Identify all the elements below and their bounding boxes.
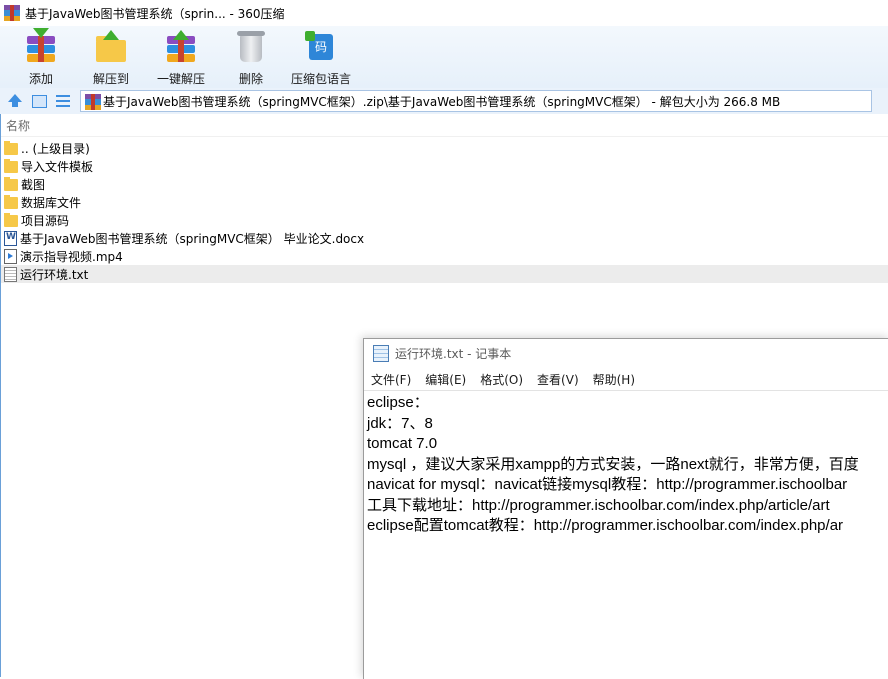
text-line: mysql ，建议大家采用xampp的方式安装，一路next就行，非常方便，百度 bbox=[367, 455, 859, 473]
path-text: 基于JavaWeb图书管理系统（springMVC框架）.zip\基于JavaW… bbox=[103, 94, 781, 109]
extract-to-label: 解压到 bbox=[92, 72, 129, 86]
archive-app-icon bbox=[4, 5, 20, 21]
delete-label: 删除 bbox=[238, 72, 263, 86]
list-item-folder[interactable]: 项目源码 bbox=[0, 211, 888, 229]
list-item-parent-dir[interactable]: .. (上级目录) bbox=[0, 139, 888, 157]
navigation-bar: 基于JavaWeb图书管理系统（springMVC框架）.zip\基于JavaW… bbox=[0, 88, 888, 114]
archive-language-icon: 码 bbox=[303, 30, 339, 66]
folder-icon bbox=[4, 159, 18, 173]
text-line: 工具下载地址：http://programmer.ischoolbar.com/… bbox=[367, 496, 830, 514]
add-button-label: 添加 bbox=[28, 72, 53, 86]
archive-language-button[interactable]: 码 压缩包语言 bbox=[291, 26, 351, 88]
list-item-txt-selected[interactable]: 运行环境.txt bbox=[0, 265, 888, 283]
notepad-window: 运行环境.txt - 记事本 文件(F) 编辑(E) 格式(O) 查看(V) 帮… bbox=[363, 338, 888, 679]
one-click-extract-icon bbox=[163, 30, 199, 66]
list-item-folder[interactable]: 截图 bbox=[0, 175, 888, 193]
extract-to-button[interactable]: 解压到 bbox=[81, 26, 141, 88]
one-click-extract-button[interactable]: 一键解压 bbox=[151, 26, 211, 88]
toolbar: 添加 解压到 一键解压 删除 码 压缩包语言 bbox=[0, 26, 888, 88]
list-item-label: 演示指导视频.mp4 bbox=[20, 249, 123, 264]
list-item-folder[interactable]: 导入文件模板 bbox=[0, 157, 888, 175]
text-line: eclipse： bbox=[367, 394, 429, 411]
folder-icon bbox=[4, 141, 18, 155]
text-line: eclipse配置tomcat教程：http://programmer.isch… bbox=[367, 517, 844, 534]
folder-icon bbox=[4, 195, 18, 209]
column-header-name-label: 名称 bbox=[6, 119, 31, 133]
menu-help[interactable]: 帮助(H) bbox=[593, 371, 635, 388]
menu-view[interactable]: 查看(V) bbox=[537, 371, 579, 388]
list-item-label: 数据库文件 bbox=[21, 195, 82, 210]
list-item-label: 导入文件模板 bbox=[21, 159, 94, 174]
text-file-icon bbox=[4, 266, 17, 282]
folder-icon bbox=[4, 213, 18, 227]
video-file-icon bbox=[4, 248, 17, 264]
up-arrow-icon bbox=[8, 94, 22, 107]
one-click-extract-label: 一键解压 bbox=[156, 72, 205, 86]
add-books-icon bbox=[23, 28, 59, 66]
window-left-border bbox=[0, 114, 1, 677]
notepad-titlebar: 运行环境.txt - 记事本 bbox=[364, 339, 888, 368]
delete-bin-icon bbox=[233, 30, 269, 66]
window-titlebar: 基于JavaWeb图书管理系统（sprin... - 360压缩 bbox=[0, 0, 888, 26]
notepad-title: 运行环境.txt - 记事本 bbox=[395, 347, 512, 361]
text-line: jdk：7、8 bbox=[367, 414, 433, 432]
menu-format[interactable]: 格式(O) bbox=[480, 371, 523, 388]
menu-edit[interactable]: 编辑(E) bbox=[425, 371, 466, 388]
list-item-label: 运行环境.txt bbox=[20, 267, 89, 282]
notepad-icon bbox=[373, 345, 389, 362]
folder-icon bbox=[4, 177, 18, 191]
list-item-video[interactable]: 演示指导视频.mp4 bbox=[0, 247, 888, 265]
list-item-label: 项目源码 bbox=[21, 213, 70, 228]
path-field[interactable]: 基于JavaWeb图书管理系统（springMVC框架）.zip\基于JavaW… bbox=[80, 90, 872, 112]
archive-language-label: 压缩包语言 bbox=[291, 72, 352, 86]
add-button[interactable]: 添加 bbox=[11, 26, 71, 88]
column-header-name[interactable]: 名称 bbox=[0, 116, 888, 137]
notepad-text-area[interactable]: eclipse： jdk：7、8 tomcat 7.0 mysql ，建议大家采… bbox=[364, 390, 888, 677]
thumbnail-view-icon bbox=[32, 95, 47, 108]
list-item-label: .. (上级目录) bbox=[21, 141, 90, 156]
up-level-button[interactable] bbox=[6, 92, 24, 110]
text-line: tomcat 7.0 bbox=[367, 435, 438, 452]
archive-path-icon bbox=[85, 94, 101, 110]
extract-to-icon bbox=[93, 30, 129, 66]
thumbnail-view-button[interactable] bbox=[30, 92, 48, 110]
list-item-label: 基于JavaWeb图书管理系统（springMVC框架） 毕业论文.docx bbox=[20, 231, 365, 246]
list-item-folder[interactable]: 数据库文件 bbox=[0, 193, 888, 211]
list-view-icon bbox=[56, 95, 70, 107]
delete-button[interactable]: 删除 bbox=[221, 26, 281, 88]
file-list: .. (上级目录) 导入文件模板 截图 数据库文件 项目源码 基于JavaWeb… bbox=[0, 139, 888, 283]
window-title: 基于JavaWeb图书管理系统（sprin... - 360压缩 bbox=[25, 6, 285, 21]
menu-file[interactable]: 文件(F) bbox=[371, 371, 411, 388]
notepad-menubar: 文件(F) 编辑(E) 格式(O) 查看(V) 帮助(H) bbox=[364, 368, 888, 390]
word-document-icon bbox=[4, 230, 17, 246]
list-view-button[interactable] bbox=[54, 92, 72, 110]
list-item-docx[interactable]: 基于JavaWeb图书管理系统（springMVC框架） 毕业论文.docx bbox=[0, 229, 888, 247]
list-item-label: 截图 bbox=[21, 177, 46, 192]
text-line: navicat for mysql：navicat链接mysql教程：http:… bbox=[367, 476, 848, 493]
